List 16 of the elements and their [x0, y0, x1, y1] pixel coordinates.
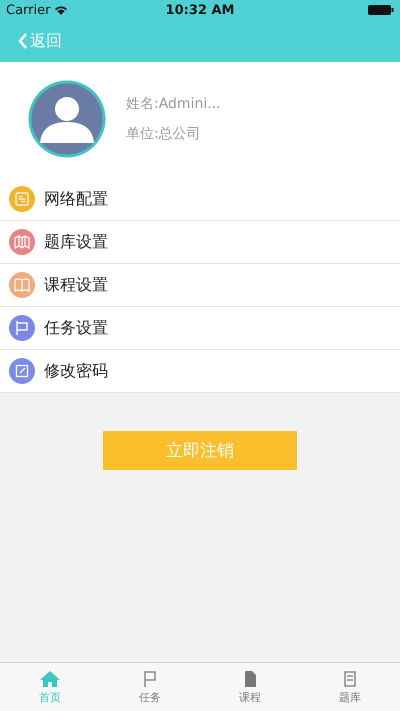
chevron-left-icon [18, 32, 28, 50]
tab[interactable]: 任务 [100, 663, 200, 711]
tab[interactable]: 课程 [200, 663, 300, 711]
status-time: 10:32 AM [166, 2, 234, 18]
user-name: 姓名:Admini... [126, 95, 221, 113]
battery-icon [368, 5, 394, 15]
wifi-icon [54, 5, 68, 15]
home-icon [39, 670, 61, 688]
carrier-name: Carrier [6, 2, 50, 18]
menu-item[interactable]: 网络配置 [0, 178, 400, 221]
menu-item[interactable]: 题库设置 [0, 221, 400, 264]
menu-item[interactable]: 修改密码 [0, 350, 400, 393]
menu-item[interactable]: 课程设置 [0, 264, 400, 307]
menu-item[interactable]: 任务设置 [0, 307, 400, 350]
tab[interactable]: 题库 [300, 663, 400, 711]
user-unit: 单位:总公司 [126, 125, 202, 143]
